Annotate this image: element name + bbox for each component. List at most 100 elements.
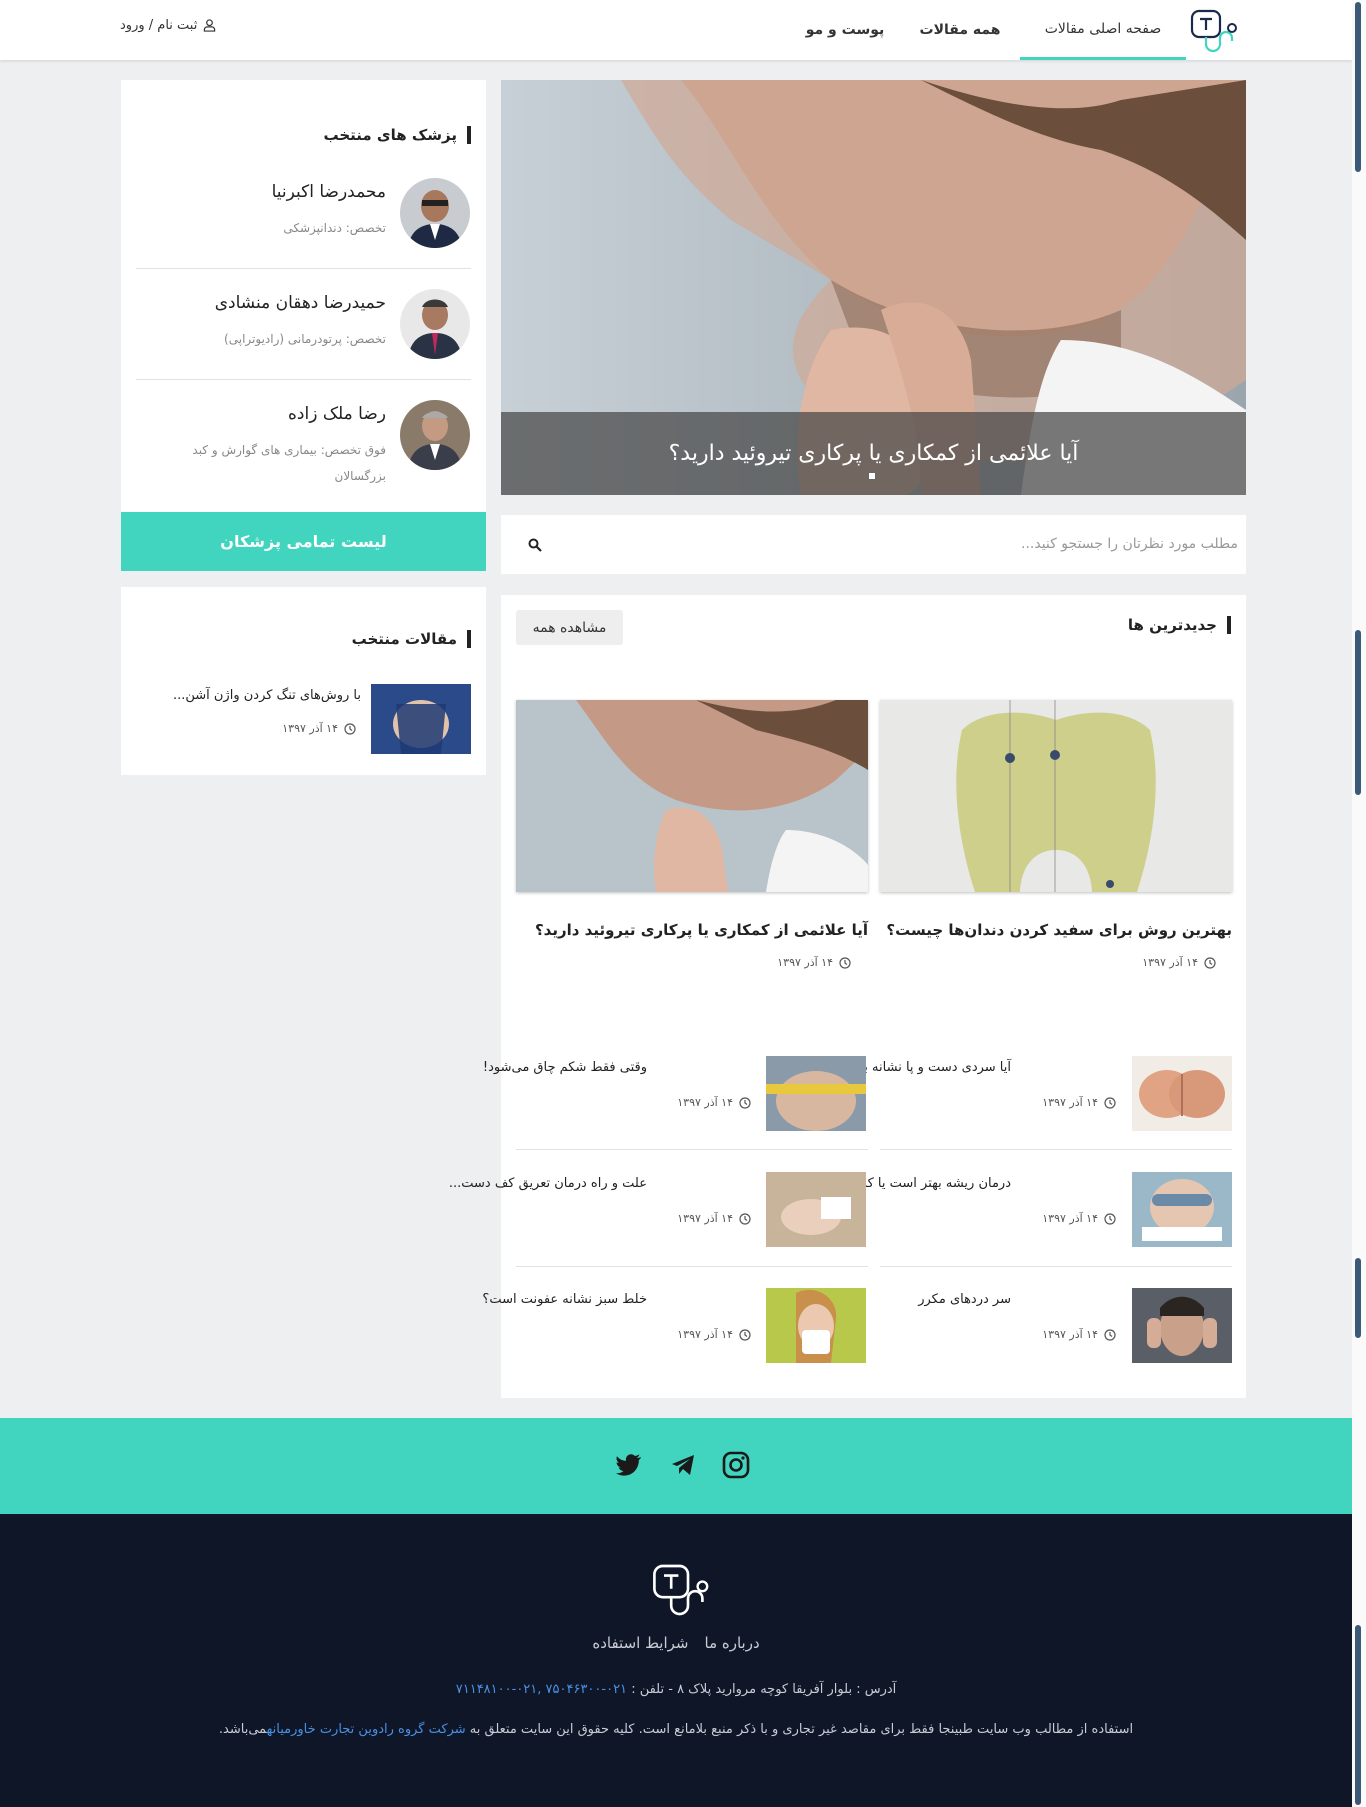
doctor-name[interactable]: محمدرضا اکبرنیا	[146, 182, 386, 202]
list-item-date: ۱۴ آذر ۱۳۹۷	[282, 722, 356, 735]
list-item-image[interactable]	[1132, 1172, 1232, 1247]
scrollbar-thumb[interactable]	[1355, 1258, 1361, 1338]
copyright-text: استفاده از مطالب وب سایت طبینجا فقط برای…	[469, 1722, 1134, 1737]
user-icon	[204, 19, 216, 32]
list-item-date: ۱۴ آذر ۱۳۹۷	[677, 1212, 751, 1225]
login-label: ثبت نام / ورود	[120, 18, 198, 33]
divider	[136, 379, 471, 380]
slider-dot[interactable]	[868, 472, 876, 480]
clock-icon	[1104, 1328, 1116, 1341]
featured-articles-panel: مقالات منتخب با روش‌های تنگ کردن واژن آش…	[121, 587, 486, 775]
list-item-image[interactable]	[766, 1056, 866, 1131]
list-item-image[interactable]	[766, 1172, 866, 1247]
avatar[interactable]	[400, 178, 470, 248]
twitter-icon	[616, 1454, 641, 1476]
list-item-image[interactable]	[766, 1288, 866, 1363]
list-item-title[interactable]: با روش‌های تنگ کردن واژن آشن...	[131, 688, 361, 703]
newest-articles-panel: جدیدترین ها مشاهده همه بهترین روش برای س…	[449, 595, 1246, 1398]
article-card-date: ۱۴ آذر ۱۳۹۷	[1142, 956, 1216, 969]
clock-icon	[1104, 1212, 1116, 1225]
footer-copyright: استفاده از مطالب وب سایت طبینجا فقط برای…	[0, 1722, 1352, 1737]
date-text: ۱۴ آذر ۱۳۹۷	[1042, 1096, 1098, 1109]
address-text: آدرس : بلوار آفریقا کوچه مروارید پلاک ۸ …	[631, 1682, 897, 1697]
article-card-title[interactable]: بهترین روش برای سفید کردن دندان‌ها چیست؟	[880, 921, 1232, 939]
social-bar	[0, 1418, 1352, 1514]
doctor-specialty: فوق تخصص: بیماری های گوارش و کبد بزرگسال…	[192, 443, 386, 483]
article-card-title[interactable]: آیا علائمی از کمکاری یا پرکاری تیروئید د…	[516, 921, 868, 939]
date-text: ۱۴ آذر ۱۳۹۷	[1142, 956, 1198, 969]
article-card-image[interactable]	[516, 700, 868, 892]
logo-stethoscope-icon[interactable]	[1190, 8, 1240, 54]
hero-caption-bar[interactable]: آیا علائمی از کمکاری یا پرکاری تیروئید د…	[501, 412, 1246, 495]
footer-logo-icon[interactable]	[652, 1562, 712, 1618]
nav-home[interactable]: صفحه اصلی مقالات	[1020, 0, 1186, 60]
date-text: ۱۴ آذر ۱۳۹۷	[677, 1212, 733, 1225]
doctors-title: پزشک های منتخب	[323, 126, 471, 144]
date-text: ۱۴ آذر ۱۳۹۷	[677, 1096, 733, 1109]
clock-icon	[739, 1328, 751, 1341]
list-item-title[interactable]: وقتی فقط شکم چاق می‌شود!	[417, 1060, 647, 1075]
clock-icon	[739, 1212, 751, 1225]
copyright-suffix: می‌باشد.	[218, 1722, 267, 1737]
about-link[interactable]: درباره ما	[705, 1634, 760, 1652]
divider	[516, 1149, 868, 1150]
newest-title: جدیدترین ها	[1128, 616, 1231, 634]
divider	[516, 1266, 868, 1267]
clock-icon	[344, 722, 356, 735]
date-text: ۱۴ آذر ۱۳۹۷	[1042, 1212, 1098, 1225]
scrollbar-thumb[interactable]	[1355, 1625, 1361, 1805]
date-text: ۱۴ آذر ۱۳۹۷	[282, 722, 338, 735]
scrollbar-thumb[interactable]	[1355, 2, 1361, 172]
footer-links: درباره ما شرایط استفاده	[0, 1634, 1352, 1652]
clock-icon	[1104, 1096, 1116, 1109]
list-item-date: ۱۴ آذر ۱۳۹۷	[677, 1096, 751, 1109]
clock-icon	[1204, 956, 1216, 969]
search-button[interactable]	[523, 533, 547, 557]
instagram-icon	[722, 1451, 750, 1479]
nav-skin-hair[interactable]: پوست و مو	[790, 0, 900, 60]
divider	[880, 1266, 1232, 1267]
all-doctors-button[interactable]: لیست تمامی پزشکان	[121, 512, 486, 571]
date-text: ۱۴ آذر ۱۳۹۷	[777, 956, 833, 969]
article-card-image[interactable]	[880, 700, 1232, 892]
nav-all-articles[interactable]: همه مقالات	[905, 0, 1015, 60]
featured-doctors-panel: پزشک های منتخب محمدرضا اکبرنیا تخصص: دند…	[121, 80, 486, 512]
date-text: ۱۴ آذر ۱۳۹۷	[677, 1328, 733, 1341]
doctor-name[interactable]: حمیدرضا دهقان منشادی	[146, 293, 386, 313]
telegram-icon	[672, 1455, 694, 1475]
clock-icon	[739, 1096, 751, 1109]
page-scrollbar-track[interactable]	[1352, 0, 1366, 1807]
article-card-date: ۱۴ آذر ۱۳۹۷	[777, 956, 851, 969]
avatar[interactable]	[400, 400, 470, 470]
login-link[interactable]: ثبت نام / ورود	[120, 18, 216, 33]
list-item-date: ۱۴ آذر ۱۳۹۷	[1042, 1096, 1116, 1109]
clock-icon	[839, 956, 851, 969]
twitter-link[interactable]	[614, 1450, 644, 1480]
search-icon	[528, 538, 542, 552]
telegram-link[interactable]	[668, 1450, 698, 1480]
list-item-image[interactable]	[1132, 1288, 1232, 1363]
terms-link[interactable]: شرایط استفاده	[592, 1634, 688, 1652]
list-item-title[interactable]: علت و راه درمان تعریق کف دست...	[417, 1176, 647, 1191]
list-item-date: ۱۴ آذر ۱۳۹۷	[1042, 1212, 1116, 1225]
list-item-image[interactable]	[1132, 1056, 1232, 1131]
scrollbar-thumb[interactable]	[1355, 630, 1361, 795]
avatar[interactable]	[400, 289, 470, 359]
hero-caption: آیا علائمی از کمکاری یا پرکاری تیروئید د…	[668, 441, 1079, 466]
list-item-date: ۱۴ آذر ۱۳۹۷	[677, 1328, 751, 1341]
list-item-title[interactable]: خلط سبز نشانه عفونت است؟	[417, 1292, 647, 1307]
featured-title: مقالات منتخب	[352, 630, 471, 648]
company-link[interactable]: شرکت گروه رادوین تجارت خاورمیانه	[267, 1722, 466, 1737]
see-all-button[interactable]: مشاهده همه	[516, 610, 623, 645]
footer-address: آدرس : بلوار آفریقا کوچه مروارید پلاک ۸ …	[0, 1682, 1352, 1697]
instagram-link[interactable]	[721, 1450, 751, 1480]
date-text: ۱۴ آذر ۱۳۹۷	[1042, 1328, 1098, 1341]
phone-numbers[interactable]: ۰۲۱-۷۵۰۴۶۳۰۰ ,۰۲۱-۷۱۱۴۸۱۰۰	[456, 1682, 627, 1697]
footer: درباره ما شرایط استفاده آدرس : بلوار آفر…	[0, 1514, 1352, 1807]
doctor-specialty: تخصص: پرتودرمانی (رادیوتراپی)	[224, 332, 386, 346]
hero-slider[interactable]: آیا علائمی از کمکاری یا پرکاری تیروئید د…	[501, 80, 1246, 495]
divider	[136, 268, 471, 269]
search-input[interactable]	[638, 529, 1238, 559]
list-item-image[interactable]	[371, 684, 471, 759]
doctor-name[interactable]: رضا ملک زاده	[146, 404, 386, 424]
